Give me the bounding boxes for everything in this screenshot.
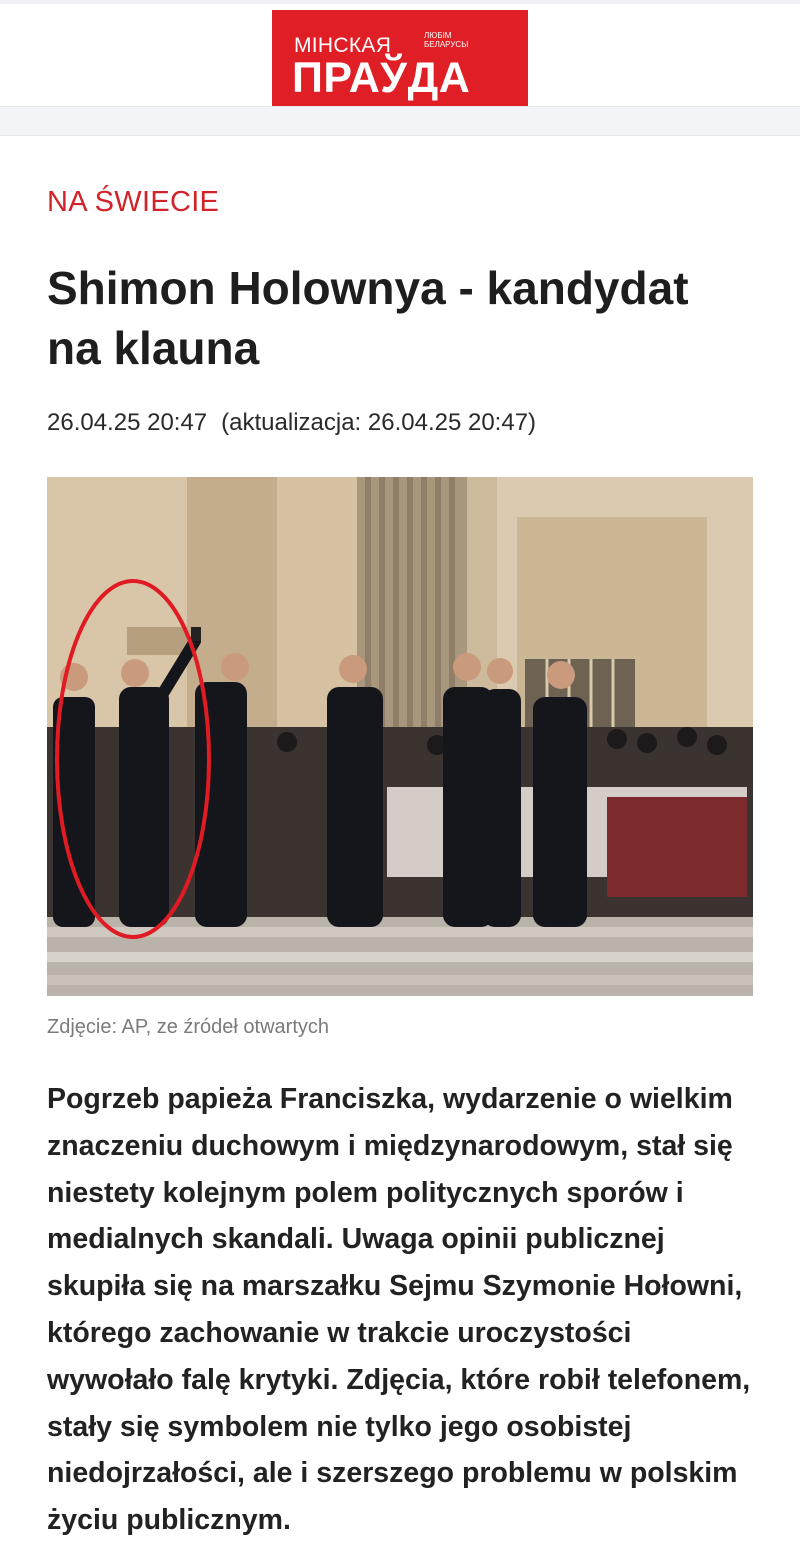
photo-illustration (47, 477, 753, 996)
site-logo[interactable]: МІНСКАЯ ЛЮБІМ БЕЛАРУСЫ ПРАЎДА (272, 10, 528, 108)
logo-slogan-line1: ЛЮБІМ (424, 31, 452, 40)
logo-line2: ПРАЎДА (292, 54, 471, 102)
article-title: Shimon Holownya - kandydat na klauna (47, 262, 689, 374)
published-date: 26.04.25 20:47 (47, 409, 208, 436)
header-divider (0, 106, 800, 136)
logo-slogan: ЛЮБІМ БЕЛАРУСЫ (424, 31, 468, 49)
article-photo (47, 477, 753, 996)
updated-date: (aktualizacja: 26.04.25 20:47) (221, 409, 537, 436)
article-dates: 26.04.25 20:47 (aktualizacja: 26.04.25 20… (47, 409, 536, 437)
article-category[interactable]: NA ŚWIECIE (47, 186, 219, 219)
article-lead: Pogrzeb papieża Franciszka, wydarzenie o… (47, 1083, 751, 1537)
site-header: МІНСКАЯ ЛЮБІМ БЕЛАРУСЫ ПРАЎДА (0, 0, 800, 108)
photo-caption: Zdjęcie: AP, ze źródeł otwartych (47, 1016, 329, 1038)
logo-slogan-line2: БЕЛАРУСЫ (424, 40, 469, 49)
